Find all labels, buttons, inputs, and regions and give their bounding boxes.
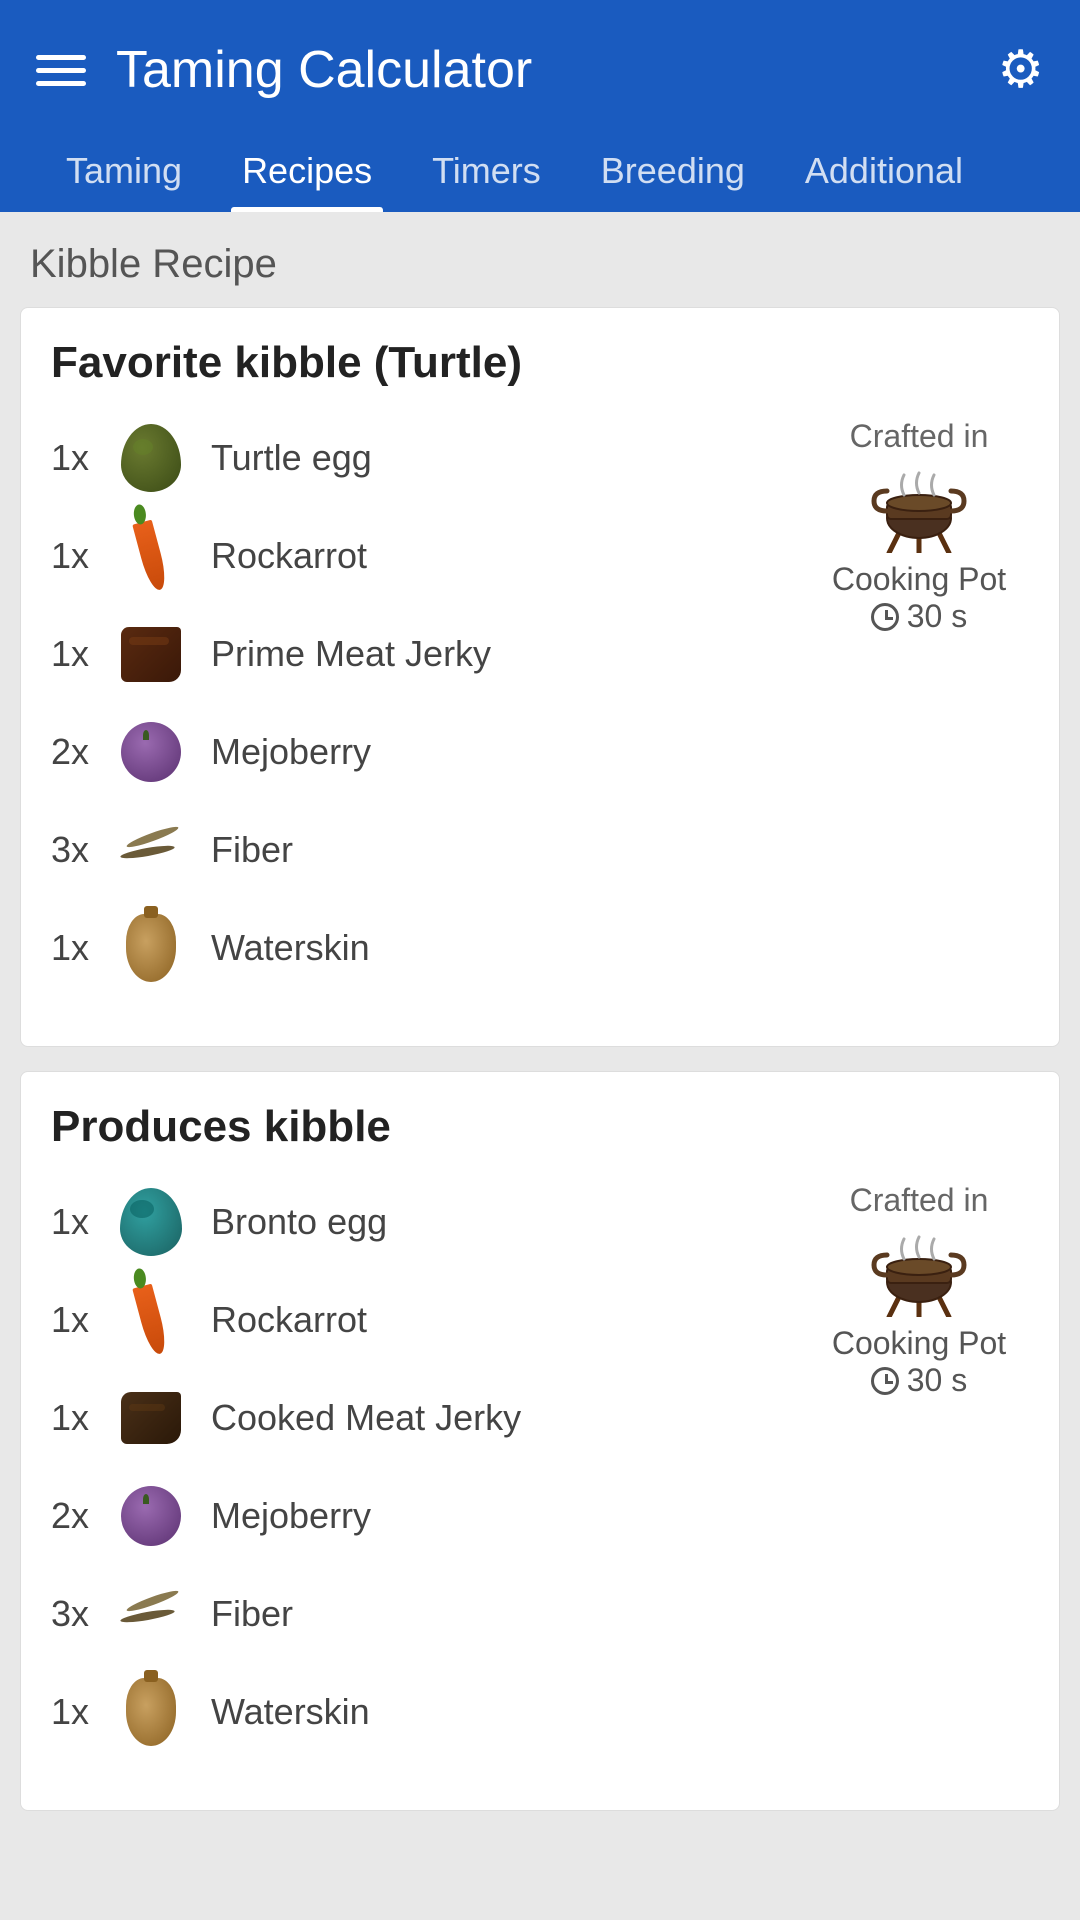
list-item: 1x Rockarrot bbox=[51, 516, 809, 596]
turtle-egg-icon bbox=[111, 418, 191, 498]
qty-1: 1x bbox=[51, 437, 111, 479]
recipe-2-body: 1x Bronto egg 1x Rockarrot 1x bbox=[51, 1182, 1029, 1770]
waterskin-icon-2 bbox=[111, 1672, 191, 1752]
recipe-card-1: Favorite kibble (Turtle) 1x Turtle egg 1… bbox=[20, 307, 1060, 1047]
tab-additional[interactable]: Additional bbox=[775, 130, 993, 212]
qty-6: 1x bbox=[51, 927, 111, 969]
qty-2: 1x bbox=[51, 535, 111, 577]
crafting-info-2: Crafted in bbox=[809, 1182, 1029, 1399]
list-item: 1x Waterskin bbox=[51, 1672, 809, 1752]
cooking-pot-icon-2 bbox=[869, 1227, 969, 1317]
crafting-place-2: Cooking Pot bbox=[832, 1325, 1006, 1362]
settings-icon[interactable]: ⚙ bbox=[997, 40, 1044, 100]
ingredient-r2-name-1: Bronto egg bbox=[211, 1201, 387, 1243]
tab-breeding[interactable]: Breeding bbox=[571, 130, 775, 212]
content-area: Kibble Recipe Favorite kibble (Turtle) 1… bbox=[0, 212, 1080, 1865]
qty-r2-5: 3x bbox=[51, 1593, 111, 1635]
list-item: 1x Rockarrot bbox=[51, 1280, 809, 1360]
tab-recipes[interactable]: Recipes bbox=[212, 130, 402, 212]
ingredient-name-3: Prime Meat Jerky bbox=[211, 633, 491, 675]
ingredients-list-1: 1x Turtle egg 1x Rockarrot 1x bbox=[51, 418, 809, 1006]
time-value-2: 30 s bbox=[907, 1362, 967, 1399]
clock-icon-2 bbox=[871, 1367, 899, 1395]
rockarrot-icon bbox=[111, 516, 191, 596]
list-item: 1x Bronto egg bbox=[51, 1182, 809, 1262]
app-title: Taming Calculator bbox=[116, 40, 997, 100]
ingredient-name-5: Fiber bbox=[211, 829, 293, 871]
section-title: Kibble Recipe bbox=[20, 242, 1060, 287]
ingredient-name-2: Rockarrot bbox=[211, 535, 367, 577]
ingredient-r2-name-3: Cooked Meat Jerky bbox=[211, 1397, 521, 1439]
bronto-egg-icon bbox=[111, 1182, 191, 1262]
qty-r2-2: 1x bbox=[51, 1299, 111, 1341]
list-item: 1x Turtle egg bbox=[51, 418, 809, 498]
qty-3: 1x bbox=[51, 633, 111, 675]
crafting-info-1: Crafted in bbox=[809, 418, 1029, 635]
qty-r2-1: 1x bbox=[51, 1201, 111, 1243]
fiber-icon-2 bbox=[111, 1574, 191, 1654]
clock-icon-1 bbox=[871, 603, 899, 631]
ingredient-name-6: Waterskin bbox=[211, 927, 370, 969]
list-item: 3x Fiber bbox=[51, 810, 809, 890]
recipe-2-title: Produces kibble bbox=[51, 1102, 1029, 1152]
list-item: 2x Mejoberry bbox=[51, 1476, 809, 1556]
cooked-meat-jerky-icon bbox=[111, 1378, 191, 1458]
header-top: Taming Calculator ⚙ bbox=[36, 40, 1044, 130]
recipe-1-body: 1x Turtle egg 1x Rockarrot 1x bbox=[51, 418, 1029, 1006]
recipe-card-2: Produces kibble 1x Bronto egg 1x Rockarr… bbox=[20, 1071, 1060, 1811]
ingredient-r2-name-5: Fiber bbox=[211, 1593, 293, 1635]
qty-r2-3: 1x bbox=[51, 1397, 111, 1439]
list-item: 1x Cooked Meat Jerky bbox=[51, 1378, 809, 1458]
qty-r2-6: 1x bbox=[51, 1691, 111, 1733]
qty-4: 2x bbox=[51, 731, 111, 773]
ingredient-name-4: Mejoberry bbox=[211, 731, 371, 773]
crafted-in-label-1: Crafted in bbox=[850, 418, 989, 455]
crafting-time-2: 30 s bbox=[871, 1362, 967, 1399]
list-item: 1x Prime Meat Jerky bbox=[51, 614, 809, 694]
nav-tabs: Taming Recipes Timers Breeding Additiona… bbox=[36, 130, 1044, 212]
list-item: 3x Fiber bbox=[51, 1574, 809, 1654]
waterskin-icon bbox=[111, 908, 191, 988]
ingredients-list-2: 1x Bronto egg 1x Rockarrot 1x bbox=[51, 1182, 809, 1770]
tab-taming[interactable]: Taming bbox=[36, 130, 212, 212]
crafting-time-1: 30 s bbox=[871, 598, 967, 635]
fiber-icon bbox=[111, 810, 191, 890]
ingredient-r2-name-6: Waterskin bbox=[211, 1691, 370, 1733]
rockarrot-icon-2 bbox=[111, 1280, 191, 1360]
menu-icon[interactable] bbox=[36, 55, 86, 86]
cooking-pot-icon-1 bbox=[869, 463, 969, 553]
qty-r2-4: 2x bbox=[51, 1495, 111, 1537]
crafted-in-label-2: Crafted in bbox=[850, 1182, 989, 1219]
mejoberry-icon bbox=[111, 712, 191, 792]
time-value-1: 30 s bbox=[907, 598, 967, 635]
list-item: 2x Mejoberry bbox=[51, 712, 809, 792]
mejoberry-icon-2 bbox=[111, 1476, 191, 1556]
ingredient-r2-name-4: Mejoberry bbox=[211, 1495, 371, 1537]
ingredient-r2-name-2: Rockarrot bbox=[211, 1299, 367, 1341]
tab-timers[interactable]: Timers bbox=[402, 130, 571, 212]
list-item: 1x Waterskin bbox=[51, 908, 809, 988]
ingredient-name-1: Turtle egg bbox=[211, 437, 372, 479]
crafting-place-1: Cooking Pot bbox=[832, 561, 1006, 598]
header: Taming Calculator ⚙ Taming Recipes Timer… bbox=[0, 0, 1080, 212]
prime-meat-jerky-icon bbox=[111, 614, 191, 694]
qty-5: 3x bbox=[51, 829, 111, 871]
recipe-1-title: Favorite kibble (Turtle) bbox=[51, 338, 1029, 388]
